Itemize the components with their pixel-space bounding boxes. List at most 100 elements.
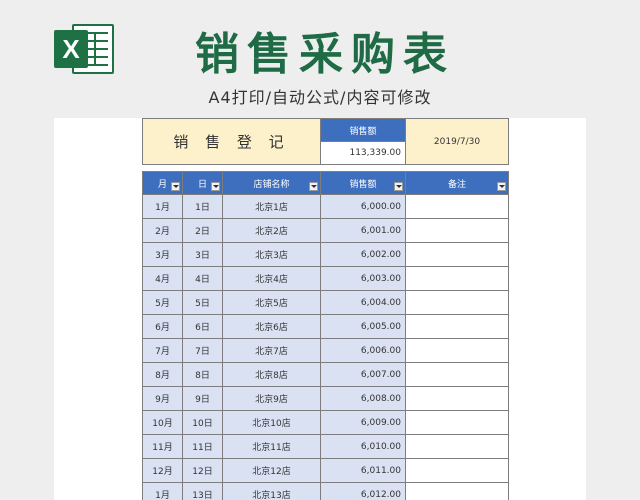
summary-title-cell[interactable]: 销 售 登 记 [142,118,321,165]
column-header-store[interactable]: 店铺名称 [222,171,321,195]
sales-total-cell[interactable]: 113,339.00 [320,141,406,165]
filter-dropdown-icon[interactable] [309,182,318,191]
cell-day[interactable]: 12日 [182,458,223,483]
cell-sales[interactable]: 6,005.00 [320,314,406,339]
filter-dropdown-icon[interactable] [171,182,180,191]
cell-store[interactable]: 北京3店 [222,242,321,267]
cell-note[interactable] [405,386,509,411]
cell-day[interactable]: 7日 [182,338,223,363]
cell-month[interactable]: 1月 [142,482,183,500]
cell-day[interactable]: 13日 [182,482,223,500]
cell-store[interactable]: 北京7店 [222,338,321,363]
table-row: 10月 10日 北京10店 6,009.00 [142,410,509,435]
cell-day[interactable]: 1日 [182,194,223,219]
table-row: 6月 6日 北京6店 6,005.00 [142,314,509,339]
cell-month[interactable]: 2月 [142,218,183,243]
cell-note[interactable] [405,218,509,243]
cell-month[interactable]: 6月 [142,314,183,339]
table-header-row: 月 日 店铺名称 销售额 备注 [142,171,509,195]
cell-sales[interactable]: 6,011.00 [320,458,406,483]
cell-note[interactable] [405,338,509,363]
cell-sales[interactable]: 6,007.00 [320,362,406,387]
cell-day[interactable]: 9日 [182,386,223,411]
sales-table: 月 日 店铺名称 销售额 备注 1月 1日 北京1店 6,000.00 2月 2日 北京2店… [142,171,509,500]
column-header-note[interactable]: 备注 [405,171,509,195]
cell-month[interactable]: 5月 [142,290,183,315]
cell-sales[interactable]: 6,003.00 [320,266,406,291]
cell-sales[interactable]: 6,002.00 [320,242,406,267]
cell-note[interactable] [405,362,509,387]
table-row: 1月 1日 北京1店 6,000.00 [142,194,509,219]
table-row: 11月 11日 北京11店 6,010.00 [142,434,509,459]
table-row: 12月 12日 北京12店 6,011.00 [142,458,509,483]
cell-store[interactable]: 北京12店 [222,458,321,483]
spreadsheet-page: 销 售 登 记 销售额 2019/7/30 113,339.00 月 日 店铺名… [54,118,586,500]
cell-note[interactable] [405,194,509,219]
cell-day[interactable]: 10日 [182,410,223,435]
cell-store[interactable]: 北京6店 [222,314,321,339]
table-row: 5月 5日 北京5店 6,004.00 [142,290,509,315]
cell-store[interactable]: 北京5店 [222,290,321,315]
cell-note[interactable] [405,434,509,459]
cell-sales[interactable]: 6,004.00 [320,290,406,315]
cell-month[interactable]: 10月 [142,410,183,435]
excel-logo-icon: X [54,20,116,78]
cell-month[interactable]: 11月 [142,434,183,459]
cell-note[interactable] [405,410,509,435]
column-header-day[interactable]: 日 [182,171,223,195]
cell-store[interactable]: 北京13店 [222,482,321,500]
cell-note[interactable] [405,290,509,315]
sales-label-cell[interactable]: 销售额 [320,118,406,142]
cell-sales[interactable]: 6,000.00 [320,194,406,219]
cell-note[interactable] [405,482,509,500]
cell-store[interactable]: 北京11店 [222,434,321,459]
cell-sales[interactable]: 6,001.00 [320,218,406,243]
table-row: 8月 8日 北京8店 6,007.00 [142,362,509,387]
table-row: 2月 2日 北京2店 6,001.00 [142,218,509,243]
summary-table: 销 售 登 记 销售额 2019/7/30 113,339.00 [142,118,509,165]
cell-store[interactable]: 北京2店 [222,218,321,243]
cell-day[interactable]: 3日 [182,242,223,267]
cell-sales[interactable]: 6,010.00 [320,434,406,459]
cell-note[interactable] [405,458,509,483]
cell-day[interactable]: 4日 [182,266,223,291]
filter-dropdown-icon[interactable] [394,182,403,191]
cell-day[interactable]: 5日 [182,290,223,315]
page-title: 销售采购表 [195,29,455,80]
cell-month[interactable]: 7月 [142,338,183,363]
table-row: 3月 3日 北京3店 6,002.00 [142,242,509,267]
cell-store[interactable]: 北京1店 [222,194,321,219]
cell-month[interactable]: 8月 [142,362,183,387]
cell-month[interactable]: 4月 [142,266,183,291]
cell-note[interactable] [405,314,509,339]
table-row: 1月 13日 北京13店 6,012.00 [142,482,509,500]
cell-sales[interactable]: 6,006.00 [320,338,406,363]
cell-month[interactable]: 3月 [142,242,183,267]
cell-note[interactable] [405,266,509,291]
cell-month[interactable]: 9月 [142,386,183,411]
cell-store[interactable]: 北京8店 [222,362,321,387]
cell-month[interactable]: 12月 [142,458,183,483]
excel-x-badge: X [54,30,88,68]
cell-sales[interactable]: 6,009.00 [320,410,406,435]
column-header-sales[interactable]: 销售额 [320,171,406,195]
filter-dropdown-icon[interactable] [497,182,506,191]
page-subtitle: A4打印/自动公式/内容可修改 [208,88,432,107]
cell-sales[interactable]: 6,012.00 [320,482,406,500]
cell-store[interactable]: 北京9店 [222,386,321,411]
cell-day[interactable]: 6日 [182,314,223,339]
cell-store[interactable]: 北京4店 [222,266,321,291]
cell-sales[interactable]: 6,008.00 [320,386,406,411]
column-header-month[interactable]: 月 [142,171,183,195]
cell-day[interactable]: 8日 [182,362,223,387]
cell-month[interactable]: 1月 [142,194,183,219]
cell-store[interactable]: 北京10店 [222,410,321,435]
table-row: 4月 4日 北京4店 6,003.00 [142,266,509,291]
cell-note[interactable] [405,242,509,267]
table-row: 7月 7日 北京7店 6,006.00 [142,338,509,363]
date-cell[interactable]: 2019/7/30 [405,118,509,165]
filter-dropdown-icon[interactable] [211,182,220,191]
table-row: 9月 9日 北京9店 6,008.00 [142,386,509,411]
cell-day[interactable]: 2日 [182,218,223,243]
cell-day[interactable]: 11日 [182,434,223,459]
